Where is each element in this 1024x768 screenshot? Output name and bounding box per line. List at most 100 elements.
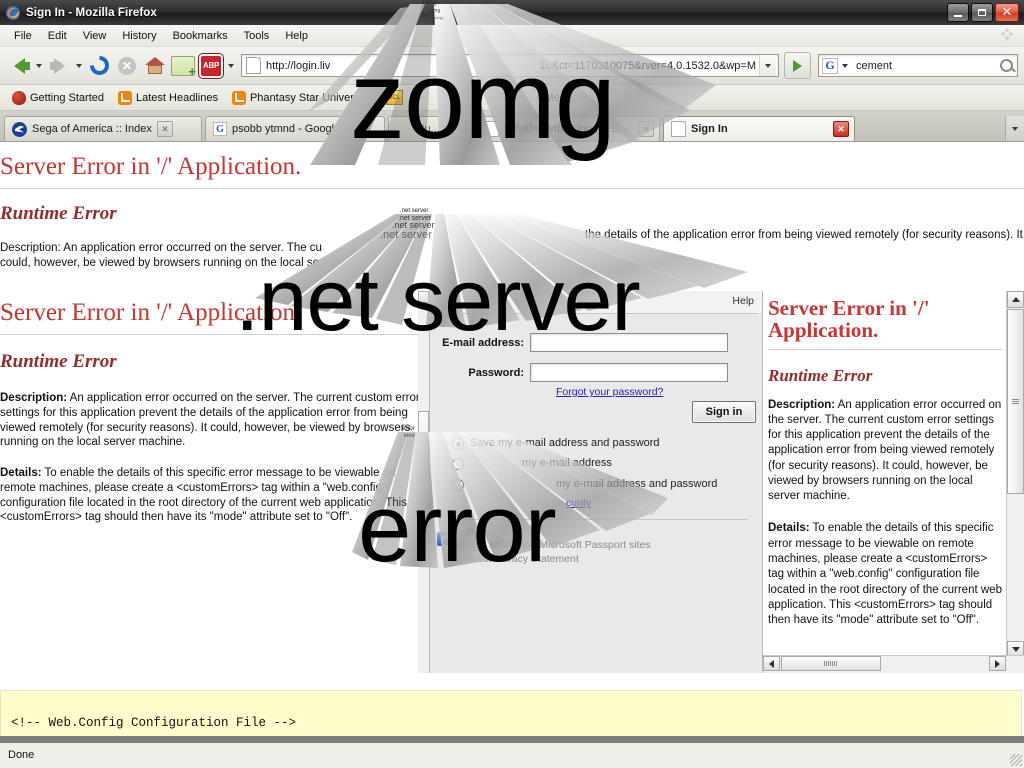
horizontal-scrollbar[interactable] [763, 655, 1024, 673]
go-button[interactable] [784, 52, 811, 79]
search-bar[interactable]: G cement [818, 54, 1018, 77]
menu-view[interactable]: View [75, 28, 115, 44]
bookmark-getting-started[interactable]: Getting Started [6, 89, 110, 107]
tab-label: Sega of America :: Index [32, 123, 152, 135]
adblock-caret-icon[interactable] [228, 63, 234, 68]
google-icon: G [213, 122, 227, 136]
divider [448, 519, 748, 520]
search-input[interactable]: cement [850, 60, 995, 72]
description-text: An application error occurred on the ser… [768, 398, 1002, 503]
menu-history-label: History [122, 29, 157, 42]
email-field[interactable] [530, 333, 728, 352]
description-label: Description: [768, 398, 836, 411]
scroll-thumb-vertical[interactable] [1007, 309, 1024, 494]
security-link[interactable]: curity [566, 497, 591, 509]
tab-wtfwtfwtfwtfkl2-jpg[interactable]: wtfwtfwtfwtfkl2.jpg (JPEG Im... ✕ [476, 116, 660, 141]
minimize-button[interactable] [947, 3, 969, 22]
page-icon [484, 121, 499, 137]
scroll-left-button[interactable] [763, 656, 780, 671]
home-icon[interactable] [142, 53, 168, 79]
adblock-label: ABP [199, 53, 223, 78]
menu-file[interactable]: File [6, 28, 40, 44]
tab-su-o[interactable]: Su...o [388, 116, 473, 141]
status-bar: Done [0, 736, 1024, 768]
right-error-content: Server Error in '/' Application. Runtime… [768, 297, 1006, 628]
back-icon[interactable] [6, 53, 32, 79]
close-icon[interactable]: ✕ [156, 121, 173, 137]
bookmark-latest-headlines[interactable]: Latest Headlines [112, 89, 224, 107]
description-label: Description: [0, 392, 68, 405]
web-config-code-block: <!-- Web.Config Configuration File --> <… [0, 690, 1022, 742]
bookmark-mes[interactable]: MCL Mes... [380, 88, 581, 107]
footer-word: d. [468, 525, 477, 537]
divider [768, 348, 1002, 350]
menu-edit[interactable]: Edit [40, 28, 75, 44]
bookmark-label: Mes... [544, 91, 575, 104]
adblock-plus-icon[interactable]: ABP [198, 53, 224, 79]
tab-sega-of-america[interactable]: Sega of America :: Index ✕ [4, 116, 202, 141]
tab-sign-in[interactable]: Sign In ✕ [663, 116, 855, 141]
resize-grip-icon[interactable] [1010, 754, 1022, 766]
sign-in-panel: Help E-mail address: Password: Forgot yo… [429, 291, 763, 673]
scroll-thumb-horizontal[interactable] [781, 656, 881, 671]
scroll-right-button[interactable] [989, 656, 1006, 671]
forward-icon[interactable] [46, 53, 72, 79]
tab-psobb-ytmnd-google-search[interactable]: G psobb ytmnd - Google Sear [205, 116, 385, 141]
forward-history-caret-icon[interactable] [76, 63, 82, 68]
menu-help[interactable]: Help [277, 28, 316, 44]
bookmark-label: Latest Headlines [136, 91, 218, 104]
tab-list-icon[interactable] [1005, 116, 1024, 141]
menu-bar: File Edit View History Bookmarks Tools H… [0, 25, 1024, 47]
password-row: Password: [434, 363, 728, 382]
email-row: E-mail address: [434, 333, 728, 352]
menu-view-label: View [82, 29, 107, 42]
radio-save-none[interactable] [452, 479, 464, 491]
page-content: Server Error in '/' Application. Runtime… [0, 142, 1024, 742]
sign-in-button[interactable]: Sign in [692, 401, 756, 423]
forgot-password-link[interactable]: Forgot your password? [556, 386, 663, 398]
password-field[interactable] [530, 363, 728, 382]
menu-history[interactable]: History [114, 28, 164, 44]
close-icon[interactable]: ✕ [638, 121, 654, 137]
error-subheading-right: Runtime Error [768, 365, 873, 385]
radio-save-both[interactable] [452, 438, 464, 450]
url-dropdown-icon[interactable] [759, 55, 776, 76]
error-details-right: Details: To enable the details of this s… [768, 521, 1006, 628]
stop-icon[interactable]: ✕ [114, 53, 140, 79]
close-button[interactable]: ✕ [995, 3, 1019, 22]
error-description-right-fragment: the details of the application error fro… [585, 229, 1023, 241]
error-subheading: Runtime Error [0, 203, 117, 225]
menu-file-label: File [14, 29, 32, 42]
option-save-email-label: my e-mail address [522, 457, 612, 469]
back-history-caret-icon[interactable] [36, 63, 42, 68]
url-text: http://login.liv [266, 59, 331, 72]
help-link[interactable]: Help [732, 295, 754, 307]
maximize-button[interactable] [971, 3, 993, 22]
close-icon[interactable]: ✕ [833, 121, 849, 137]
firefox-icon [5, 5, 21, 21]
radio-save-email[interactable] [452, 458, 464, 470]
bookmark-phantasy-star-universe[interactable]: Phantasy Star Universe [226, 89, 372, 107]
vertical-scrollbar[interactable] [1006, 291, 1024, 658]
sign-in-header [430, 291, 762, 313]
details-text: To enable the details of this specific e… [0, 467, 407, 524]
search-icon[interactable] [995, 55, 1017, 76]
url-bar[interactable]: http://login.liv 10&ct=1170310075&rver=4… [241, 54, 779, 77]
google-icon[interactable]: G [822, 57, 838, 74]
menu-bookmarks[interactable]: Bookmarks [165, 28, 236, 44]
bookmark-label: Phantasy Star Universe [249, 91, 366, 104]
new-tab-icon[interactable] [170, 53, 196, 79]
page-icon [671, 121, 686, 137]
error-description-right: Description: An application error occurr… [768, 398, 1006, 505]
rss-icon [231, 90, 246, 105]
menu-decoration-icon [1000, 27, 1014, 44]
tab-bar: Sega of America :: Index ✕ G psobb ytmnd… [0, 111, 1024, 142]
page-icon [246, 57, 261, 74]
details-text: To enable the details of this specific e… [768, 522, 1002, 627]
search-engine-caret-icon[interactable] [842, 63, 848, 68]
menu-tools[interactable]: Tools [236, 28, 278, 44]
menu-tools-label: Tools [243, 29, 270, 42]
scroll-up-button[interactable] [1007, 291, 1024, 308]
reload-icon[interactable] [86, 53, 112, 79]
menu-help-label: Help [285, 29, 308, 42]
